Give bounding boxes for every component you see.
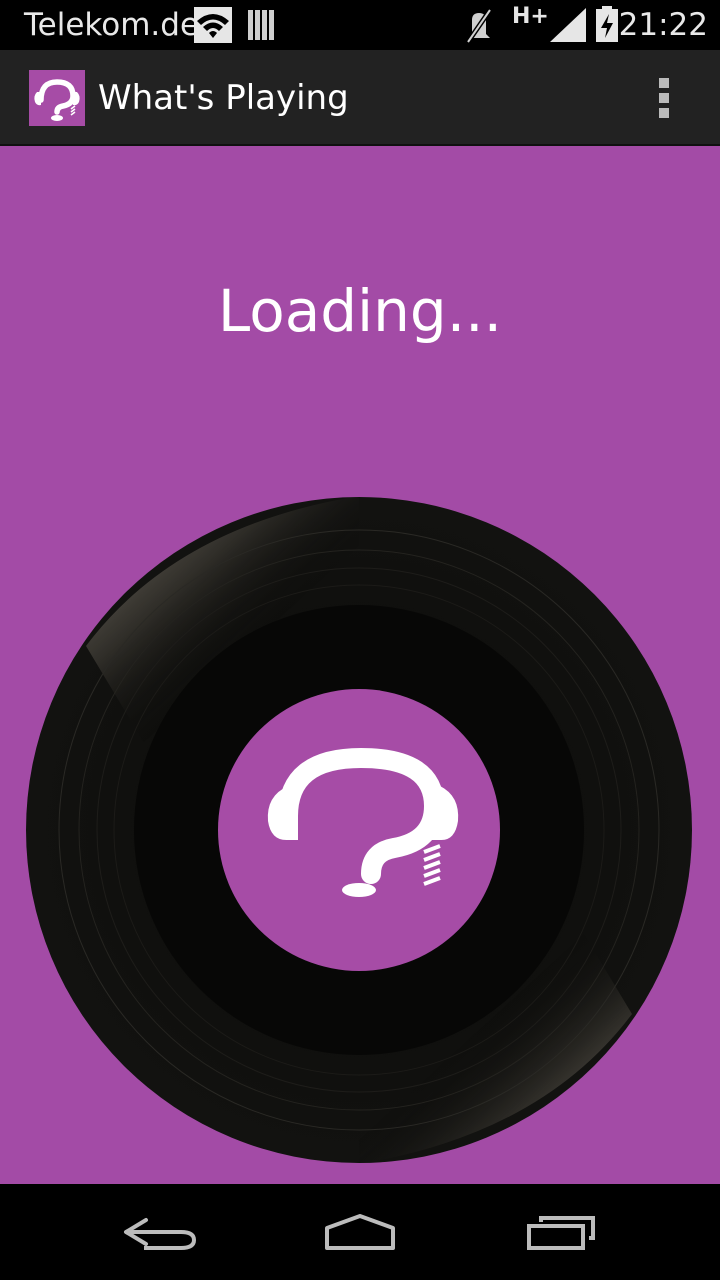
overflow-menu-icon[interactable] — [644, 72, 684, 124]
home-icon[interactable] — [305, 1202, 415, 1262]
main-content: Loading... — [0, 146, 720, 1184]
navigation-bar — [0, 1184, 720, 1280]
screen: Telekom.de H+ 21:22 What's Playing Loadi… — [0, 0, 720, 1280]
headphones-question-icon — [34, 79, 80, 121]
vinyl-record-icon — [26, 496, 692, 1164]
app-icon[interactable] — [29, 70, 85, 126]
back-icon[interactable] — [106, 1202, 216, 1262]
carrier-label: Telekom.de — [24, 7, 200, 43]
mute-icon — [465, 8, 493, 44]
wifi-icon — [194, 7, 232, 43]
signal-icon — [550, 8, 586, 42]
loading-text: Loading... — [217, 277, 503, 345]
storage-icon — [248, 10, 274, 40]
action-bar: What's Playing — [0, 50, 720, 146]
app-title: What's Playing — [98, 78, 349, 118]
battery-charging-icon — [596, 6, 618, 42]
recents-icon[interactable] — [505, 1202, 615, 1262]
status-bar: Telekom.de H+ 21:22 — [0, 0, 720, 50]
network-type-label: H+ — [512, 4, 549, 29]
clock: 21:22 — [618, 7, 708, 43]
